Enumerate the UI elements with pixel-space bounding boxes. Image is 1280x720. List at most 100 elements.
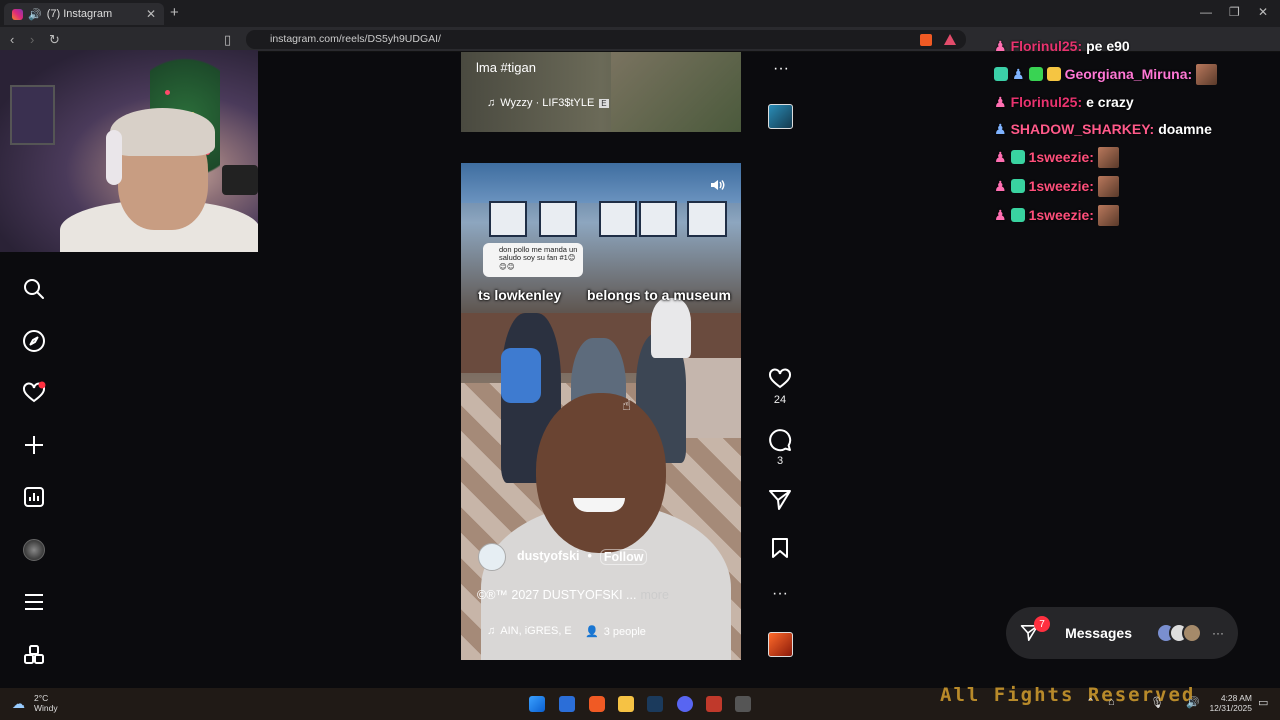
previous-reel-music[interactable]: ♫ Wyzzy · LIF3$tYLE E: [487, 97, 609, 109]
menu-hamburger-icon[interactable]: [18, 586, 50, 618]
save-bookmark-icon[interactable]: [765, 536, 795, 563]
reel-more-icon[interactable]: ···: [765, 585, 795, 603]
clock-date: 12/31/2025: [1209, 703, 1252, 714]
chat-emote: [1196, 63, 1218, 85]
previous-reel-caption: lma #tigan: [476, 60, 536, 75]
file-explorer-icon[interactable]: [618, 696, 634, 712]
like-button[interactable]: 24: [765, 367, 795, 406]
chat-user-icon: ♟: [994, 177, 1007, 194]
reel-video[interactable]: don pollo me manda un saludo soy su fan …: [461, 163, 741, 660]
minimize-icon[interactable]: —: [1200, 5, 1212, 19]
music-note-icon: ♫: [487, 97, 496, 109]
chat-username: SHADOW_SHARKEY:: [1010, 121, 1155, 137]
chat-username: 1sweezie:: [1028, 178, 1094, 194]
microphone-tray-icon[interactable]: 🎙: [1150, 696, 1164, 709]
mute-speaker-icon[interactable]: [709, 177, 725, 198]
weather-icon[interactable]: ☁: [12, 696, 25, 712]
app-shield-icon[interactable]: [706, 696, 722, 712]
system-clock[interactable]: 4:28 AM 12/31/2025: [1206, 693, 1252, 713]
reel-caption: ©®™ 2027 DUSTYOFSKI ...: [477, 588, 637, 602]
tray-chevron-icon[interactable]: ⌃: [1086, 696, 1095, 709]
previous-reel[interactable]: lma #tigan ♫ Wyzzy · LIF3$tYLE E: [461, 52, 741, 132]
chat-badge-icon: [1046, 67, 1061, 81]
comment-sticker-text: don pollo me manda un saludo soy su fan …: [499, 245, 578, 271]
messages-button[interactable]: Messages ···: [1006, 607, 1238, 659]
forward-icon[interactable]: ›: [30, 32, 34, 47]
messages-label: Messages: [1065, 625, 1132, 641]
chat-username: Georgiana_Miruna:: [1064, 66, 1193, 82]
reload-icon[interactable]: ↻: [49, 32, 60, 48]
chat-user-icon: ♟: [994, 93, 1007, 110]
close-tab-icon[interactable]: ✕: [146, 7, 156, 21]
network-icon[interactable]: ⌂: [1108, 696, 1115, 708]
more-link[interactable]: more: [640, 588, 668, 602]
chat-message: ♟ SHADOW_SHARKEY: doamne: [994, 119, 1212, 139]
creator-username[interactable]: dustyofski: [517, 549, 580, 565]
chat-username: 1sweezie:: [1028, 149, 1094, 165]
previous-reel-more-icon[interactable]: ···: [773, 60, 789, 78]
creator-row: dustyofski • Follow: [517, 549, 648, 565]
chat-message: ♟ Florinul25: e crazy: [994, 92, 1134, 112]
share-icon[interactable]: [765, 488, 795, 515]
chat-text: doamne: [1158, 121, 1212, 137]
mouse-cursor: ☝: [622, 397, 632, 414]
tagged-people[interactable]: 👤 3 people: [585, 625, 646, 639]
streamer-hat: [110, 108, 215, 156]
create-plus-icon[interactable]: [18, 429, 50, 461]
volume-icon[interactable]: 🔊: [1186, 696, 1200, 709]
brave-shield-icon[interactable]: [920, 34, 932, 46]
chat-emote: [1097, 204, 1119, 226]
creator-avatar[interactable]: [478, 543, 506, 571]
chat-message: ♟ 1sweezie:: [994, 146, 1119, 168]
instagram-favicon-icon: [12, 8, 23, 20]
chat-text: e crazy: [1086, 94, 1134, 110]
previous-reel-audio-thumbnail[interactable]: [768, 104, 793, 129]
chat-user-icon: ♟: [994, 120, 1007, 137]
reel-music[interactable]: ♫ AIN, iGRES, E: [487, 625, 572, 637]
maximize-icon[interactable]: ❐: [1229, 5, 1240, 19]
bookmark-page-icon[interactable]: ▯: [224, 32, 231, 48]
video-overlay-text-left: ts lowkenley: [478, 287, 562, 303]
chat-message: ♟ Florinul25: pe e90: [994, 36, 1130, 56]
discord-icon[interactable]: [677, 696, 693, 712]
follow-button[interactable]: Follow: [599, 549, 648, 565]
chat-user-icon: ♟: [994, 206, 1007, 223]
brave-rewards-icon[interactable]: [944, 34, 956, 45]
close-window-icon[interactable]: ✕: [1258, 5, 1268, 19]
comment-button[interactable]: 3: [765, 428, 795, 467]
steam-icon[interactable]: [647, 696, 663, 712]
message-avatars: [1156, 623, 1202, 643]
task-view-icon[interactable]: [559, 696, 575, 712]
comment-reply-sticker: don pollo me manda un saludo soy su fan …: [483, 243, 583, 277]
reel-audio-thumbnail[interactable]: [768, 632, 793, 657]
gift-badge-icon: [1010, 150, 1025, 164]
search-icon[interactable]: [18, 273, 50, 305]
tagged-people-text: 3 people: [603, 625, 646, 638]
weather-widget[interactable]: 2°C Windy: [34, 693, 58, 713]
also-from-meta-icon[interactable]: [18, 639, 50, 671]
brave-browser-icon[interactable]: [589, 696, 605, 712]
like-count: 24: [773, 394, 787, 406]
browser-tab-bar: [0, 0, 1280, 27]
browser-tab[interactable]: 🔊 (7) Instagram ✕: [4, 3, 164, 25]
chat-user-icon: ♟: [1012, 65, 1025, 82]
dashboard-chart-icon[interactable]: [18, 481, 50, 513]
profile-avatar-icon[interactable]: [18, 534, 50, 566]
chat-emote: [1097, 146, 1119, 168]
video-overlay-text-right: belongs to a museum: [587, 287, 731, 303]
notifications-heart-icon[interactable]: [18, 377, 50, 409]
clock-time: 4:28 AM: [1220, 693, 1252, 703]
weather-condition: Windy: [34, 703, 58, 714]
chat-user-icon: ♟: [994, 37, 1007, 54]
notification-center-icon[interactable]: ▭: [1258, 696, 1268, 709]
reel-music-text: AIN, iGRES, E: [500, 625, 572, 637]
webcam-overlay: [0, 50, 258, 252]
url-field[interactable]: instagram.com/reels/DS5yh9UDGAI/: [246, 30, 966, 49]
app-icon[interactable]: [735, 696, 751, 712]
new-tab-button[interactable]: +: [170, 4, 179, 21]
explore-compass-icon[interactable]: [18, 325, 50, 357]
gift-badge-icon: [1028, 67, 1043, 81]
chat-message: ♟ Georgiana_Miruna:: [994, 63, 1218, 85]
back-icon[interactable]: ‹: [10, 32, 14, 47]
windows-start-icon[interactable]: [529, 696, 545, 712]
